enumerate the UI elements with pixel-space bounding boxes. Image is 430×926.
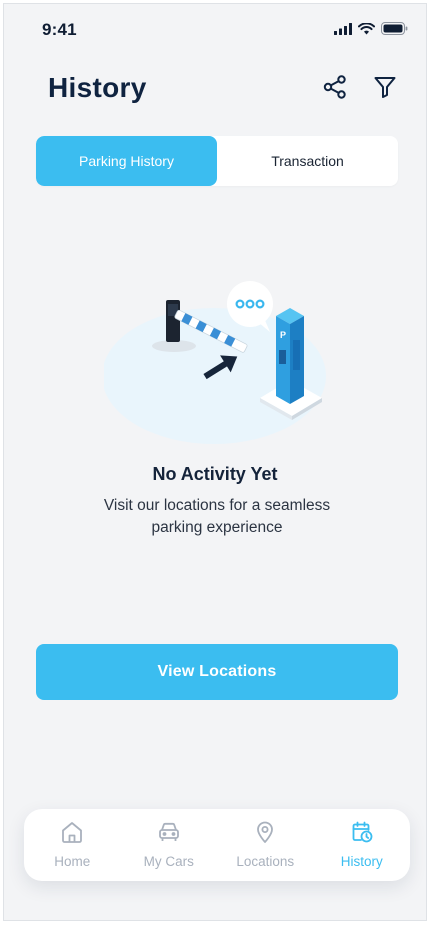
- nav-label-locations: Locations: [236, 854, 295, 869]
- empty-state-description: Visit our locations for a seamless parki…: [84, 495, 350, 539]
- home-icon: [60, 821, 84, 848]
- battery-icon: [381, 22, 408, 35]
- share-button[interactable]: [320, 74, 350, 104]
- status-bar: 9:41: [4, 4, 426, 56]
- signal-icon: [334, 22, 352, 35]
- tab-transaction[interactable]: Transaction: [217, 136, 398, 186]
- tab-parking-history[interactable]: Parking History: [36, 136, 217, 186]
- empty-state-line-1: Visit our locations for a seamless: [103, 497, 331, 514]
- header: History: [4, 64, 426, 120]
- empty-state-illustration: P: [102, 274, 344, 454]
- status-time: 9:41: [42, 20, 77, 39]
- bottom-nav: Home My Cars Locations History: [24, 809, 410, 881]
- nav-item-home[interactable]: Home: [24, 809, 121, 881]
- share-icon: [322, 74, 348, 105]
- nav-item-history[interactable]: History: [314, 809, 411, 881]
- svg-text:P: P: [280, 330, 286, 340]
- wifi-icon: [358, 22, 375, 35]
- nav-label-my-cars: My Cars: [143, 854, 194, 869]
- nav-item-my-cars[interactable]: My Cars: [121, 809, 218, 881]
- car-icon: [157, 821, 181, 848]
- filter-button[interactable]: [370, 74, 400, 104]
- location-pin-icon: [254, 821, 276, 848]
- nav-item-locations[interactable]: Locations: [217, 809, 314, 881]
- history-tabs: Parking History Transaction: [36, 136, 398, 186]
- status-icons: [334, 22, 408, 35]
- view-locations-button[interactable]: View Locations: [36, 644, 398, 700]
- app-screen: 9:41 History Parking History Transaction…: [3, 3, 427, 921]
- nav-label-home: Home: [54, 854, 91, 869]
- filter-icon: [373, 75, 397, 104]
- nav-label-history: History: [340, 854, 383, 869]
- page-title: History: [48, 72, 147, 103]
- empty-state-line-2: parking experience: [151, 519, 283, 536]
- calendar-clock-icon: [351, 821, 373, 848]
- empty-state-title: No Activity Yet: [152, 464, 278, 484]
